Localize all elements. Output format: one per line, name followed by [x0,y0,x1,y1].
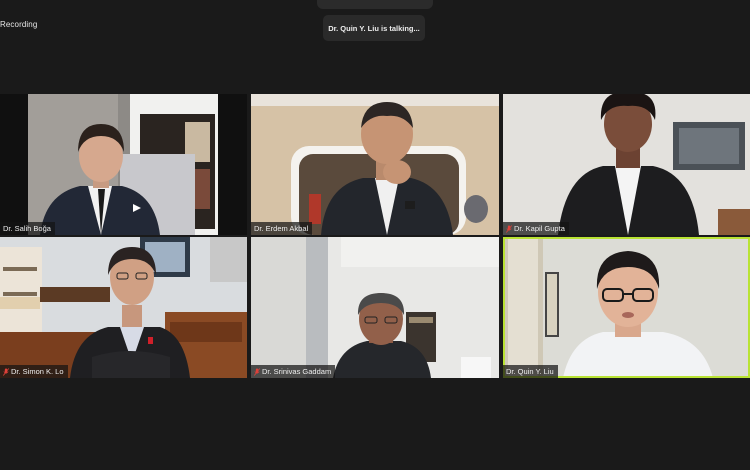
meeting-top-bar: Recording Dr. Quin Y. Liu is talking... [0,0,750,50]
participant-name: Dr. Quin Y. Liu [506,367,554,376]
microphone-muted-icon [254,367,260,376]
video-tile-active-speaker[interactable]: Dr. Quin Y. Liu [503,237,750,378]
active-speaker-text: Dr. Quin Y. Liu is talking... [328,23,420,33]
video-feed [251,94,499,235]
participant-name: Dr. Kapil Gupta [514,224,565,233]
participant-nameplate: Dr. Erdem Akbal [251,222,313,235]
video-tile[interactable]: Dr. Salih Boğa [0,94,247,235]
microphone-muted-icon [3,367,9,376]
video-tile[interactable]: Dr. Simon K. Lo [0,237,247,378]
participant-name: Dr. Salih Boğa [3,224,51,233]
recording-indicator: Recording [0,20,38,29]
video-tile[interactable]: Dr. Erdem Akbal [251,94,499,235]
participant-nameplate: Dr. Kapil Gupta [503,222,569,235]
participant-nameplate: Dr. Simon K. Lo [0,365,68,378]
video-feed [251,237,499,378]
top-menu-tab[interactable] [317,0,433,9]
video-tile[interactable]: Dr. Kapil Gupta [503,94,750,235]
video-feed [503,94,750,235]
participant-name: Dr. Srinivas Gaddam [262,367,332,376]
video-tile[interactable]: Dr. Srinivas Gaddam [251,237,499,378]
video-feed [0,237,247,378]
microphone-muted-icon [506,224,512,233]
video-feed [503,237,750,378]
participant-name: Dr. Erdem Akbal [254,224,309,233]
participant-nameplate: Dr. Quin Y. Liu [503,365,558,378]
video-feed [0,94,247,235]
active-speaker-indicator: Dr. Quin Y. Liu is talking... [323,15,425,41]
participant-nameplate: Dr. Salih Boğa [0,222,55,235]
participant-nameplate: Dr. Srinivas Gaddam [251,365,336,378]
participant-name: Dr. Simon K. Lo [11,367,64,376]
